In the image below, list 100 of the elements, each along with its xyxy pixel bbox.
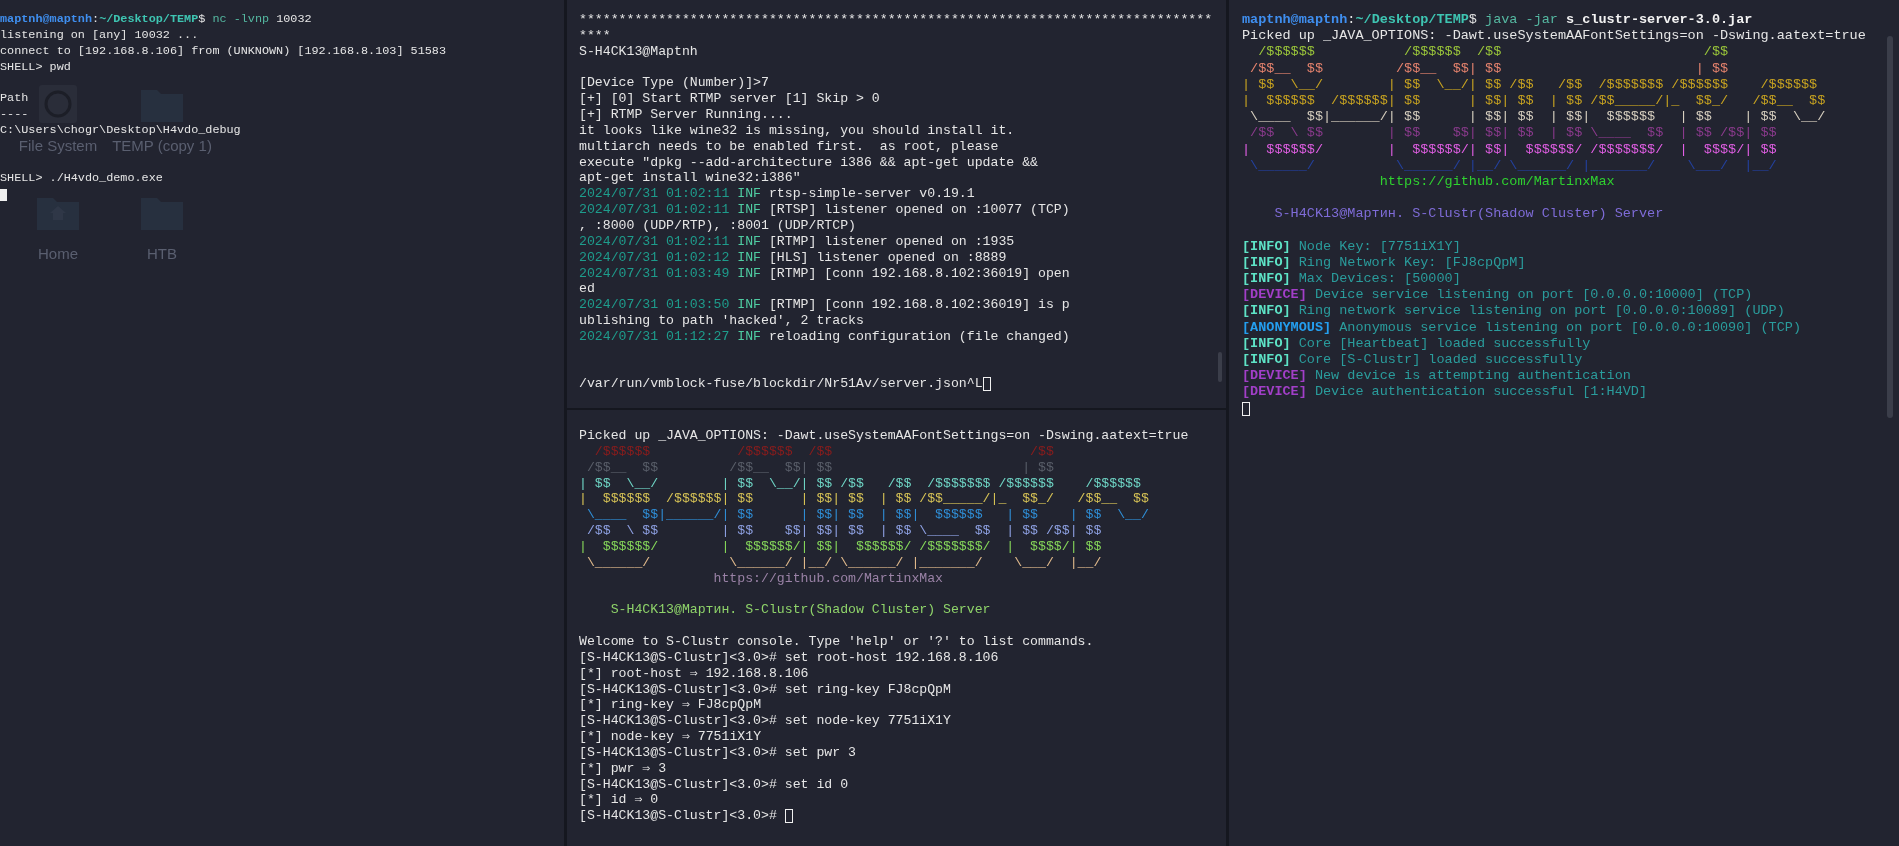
output-text: [RTSP] listener opened on :10077 (TCP) [768, 202, 1070, 218]
output-text: [S-H4CK13@S-Clustr]<3.0># [579, 808, 778, 825]
output-text: ed [579, 281, 595, 298]
output-text: C:\Users\chogr\Desktop\H4vdo_debug [0, 123, 241, 140]
log-tag: [INFO] [1242, 271, 1291, 288]
log-message: Core [S-Clustr] loaded successfully [1297, 351, 1583, 369]
log-level: INF [737, 233, 763, 250]
output-text: [RTMP] listener opened on :1935 [768, 233, 1015, 250]
log-message: Anonymous service listening on port [0.0.0.0:10090] (TCP) [1338, 319, 1801, 336]
log-tag: [INFO] [1242, 303, 1291, 320]
ascii-art-line: | $$$$$$/ | $$$$$$/| $$| $$$$$$/ /$$$$$$$/ | $$$$/| $$ [579, 538, 1102, 555]
output-text: Picked up _JAVA_OPTIONS: -Dawt.useSystemAAFontSettings=on -Dswing.aatext=true [1242, 28, 1866, 45]
log-timestamp: 2024/07/31 01:02:12 [579, 249, 731, 266]
log-timestamp: 2024/07/31 01:02:11 [579, 233, 731, 250]
output-text: **** [579, 27, 611, 44]
log-tag: [DEVICE] [1242, 368, 1307, 385]
output-text: Welcome to S-Clustr console. Type 'help' or '?' to list commands. [579, 633, 1094, 650]
log-timestamp: 2024/07/31 01:03:49 [579, 265, 731, 282]
log-level: INF [737, 249, 763, 266]
log-tag: [INFO] [1242, 351, 1291, 369]
output-text: [RTMP] [conn 192.168.8.102:36019] is p [768, 297, 1070, 314]
output-text: S-H4CK13@Maptnh [579, 43, 698, 60]
log-timestamp: 2024/07/31 01:12:27 [579, 328, 731, 345]
output-text: [*] root-host ⇒ 192.168.8.106 [579, 665, 809, 682]
ascii-art-line: /$$__ $$ /$$__ $$| $$ | $$ [1249, 60, 1729, 77]
log-level: INF [737, 202, 763, 218]
ascii-art-line: | $$$$$$ /$$$$$$| $$ | $$| $$ | $$ /$$_____/|_ $$_/ /$$__ $$ [579, 491, 1149, 508]
ascii-art-line: /$$$$$$ /$$$$$$ /$$ /$$ [593, 443, 1054, 460]
log-message: Max Devices: [50000] [1297, 271, 1461, 288]
output-text: [*] pwr ⇒ 3 [579, 760, 667, 777]
output-text: connect to [192.168.8.106] from (UNKNOWN) [192.168.8.103] 51583 [0, 43, 446, 60]
log-tag: [INFO] [1242, 254, 1291, 271]
command-text: java -jar [1485, 12, 1559, 29]
output-text: , :8000 (UDP/RTP), :8001 (UDP/RTCP) [579, 217, 856, 234]
log-message: Ring Network Key: [FJ8cpQpM] [1297, 254, 1526, 271]
output-text: listening on [any] 10032 ... [0, 27, 199, 44]
output-text: ublishing to path 'hacked', 2 tracks [579, 313, 864, 329]
output-text: [RTMP] [conn 192.168.8.102:36019] open [768, 265, 1070, 282]
output-text: reloading configuration (file changed) [768, 328, 1070, 345]
output-text: rtsp-simple-server v0.19.1 [768, 186, 975, 203]
log-tag: [INFO] [1242, 238, 1291, 255]
output-text: [*] node-key ⇒ 7751iX1Y [579, 729, 762, 745]
ascii-art-line: | $$$$$$ /$$$$$$| $$ | $$| $$ | $$ /$$_____/|_ $$_/ /$$__ $$ [1242, 92, 1826, 110]
output-text: Picked up _JAVA_OPTIONS: -Dawt.useSystemAAFontSettings=on -Dswing.aatext=true [579, 428, 1189, 444]
ascii-art-line: | $$ \__/ | $$ \__/| $$ /$$ /$$ /$$$$$$$ /$$$$$$ /$$$$$$ [579, 475, 1141, 492]
output-text: multiarch needs to be enabled first. as root, please [579, 138, 999, 155]
ascii-art-line: | $$$$$$/ | $$$$$$/| $$| $$$$$$/ /$$$$$$$/ | $$$$/| $$ [1242, 141, 1777, 158]
ascii-art-line: /$$ \ $$ | $$ $$| $$| $$ | $$ \____ $$ | $$ /$$| $$ [585, 523, 1102, 539]
log-tag: [ANONYMOUS] [1242, 319, 1332, 336]
ascii-art-line: \______/ \______/ |__/ \______/ |_______/ \___/ |__/ [585, 554, 1102, 571]
output-text: [S-H4CK13@S-Clustr]<3.0># set id 0 [579, 776, 849, 793]
log-message: Core [Heartbeat] loaded successfully [1297, 335, 1591, 352]
log-message: New device is attempting authentication [1313, 368, 1631, 385]
ascii-art-line: \____ $$|______/| $$ | $$| $$ | $$| $$$$$$ | $$ | $$ \__/ [1249, 109, 1826, 126]
ascii-art-line: | $$ \__/ | $$ \__/| $$ /$$ /$$ /$$$$$$$ /$$$$$$ /$$$$$$ [1242, 76, 1818, 93]
command-text: nc -lvnp [212, 12, 271, 28]
output-text: 10032 [276, 12, 312, 28]
ascii-art-line: \____ $$|______/| $$ | $$| $$ | $$| $$$$$$ | $$ | $$ \__/ [585, 507, 1149, 524]
log-tag: [INFO] [1242, 335, 1291, 352]
log-level: INF [737, 186, 763, 203]
output-text: Path [0, 91, 29, 108]
log-timestamp: 2024/07/31 01:02:11 [579, 202, 731, 218]
output-text: it looks like wine32 is missing, you should install it. [579, 122, 1015, 139]
prompt-user: maptnh@maptnh [1242, 12, 1348, 29]
output-text: [S-H4CK13@S-Clustr]<3.0># set ring-key FJ8cpQpM [579, 681, 951, 698]
log-timestamp: 2024/07/31 01:03:50 [579, 297, 731, 314]
output-text: [S-H4CK13@S-Clustr]<3.0># set pwr 3 [579, 744, 856, 761]
log-message: Device service listening on port [0.0.0.0:10000] (TCP) [1313, 287, 1753, 304]
log-level: INF [737, 328, 763, 345]
desktop-icon-label[interactable]: Home [38, 245, 78, 262]
prompt-user: maptnh@maptnh [0, 12, 93, 28]
url-link[interactable]: https://github.com/MartinxMax [1242, 173, 1615, 191]
banner-text: S-H4CK13@Мартин. S-Clustr(Shadow Cluster) Server [1273, 206, 1664, 223]
ascii-art-line: /$$$$$$ /$$$$$$ /$$ /$$ [1257, 44, 1729, 61]
log-level: INF [737, 265, 763, 282]
prompt-symbol: $ [1468, 12, 1478, 29]
log-level: INF [737, 297, 763, 314]
output-text: [Device Type (Number)]>7 [579, 75, 769, 92]
log-message: Node Key: [7751iX1Y] [1297, 238, 1461, 255]
output-text: execute "dpkg --add-architecture i386 && apt-get update && [579, 154, 1038, 171]
output-text: [+] RTMP Server Running.... [579, 107, 793, 123]
output-text: ---- [0, 107, 29, 124]
prompt-path: ~/Desktop/TEMP [1355, 12, 1469, 29]
output-text: apt-get install wine32:i386" [579, 170, 801, 187]
log-tag: [DEVICE] [1242, 287, 1307, 304]
output-text: [S-H4CK13@S-Clustr]<3.0># set node-key 7751iX1Y [579, 713, 951, 730]
ascii-art-line: \______/ \______/ |__/ \______/ |_______/ \___/ |__/ [1249, 157, 1777, 174]
url-link[interactable]: https://github.com/MartinxMax [579, 570, 944, 587]
output-text: SHELL> ./H4vdo_demo.exe [0, 170, 163, 187]
output-text: [+] [0] Start RTMP server [1] Skip > 0 [579, 91, 880, 108]
output-text: [HLS] listener opened on :8889 [768, 249, 1007, 266]
output-text: [*] ring-key ⇒ FJ8cpQpM [579, 697, 762, 714]
desktop-icon-label[interactable]: File System [18, 137, 98, 154]
output-text: /var/run/vmblock-fuse/blockdir/Nr51Av/server.json^L [579, 376, 983, 393]
output-text: ******************************************************************************** [579, 12, 1213, 28]
desktop-icon-label[interactable]: TEMP (copy 1) [112, 137, 212, 154]
desktop-icon-label[interactable]: HTB [147, 245, 177, 262]
scrollbar-thumb[interactable] [1887, 36, 1893, 418]
log-message: Ring network service listening on port [0.0.0.0:10089] (UDP) [1297, 303, 1785, 320]
prompt-path: ~/Desktop/TEMP [99, 12, 199, 28]
